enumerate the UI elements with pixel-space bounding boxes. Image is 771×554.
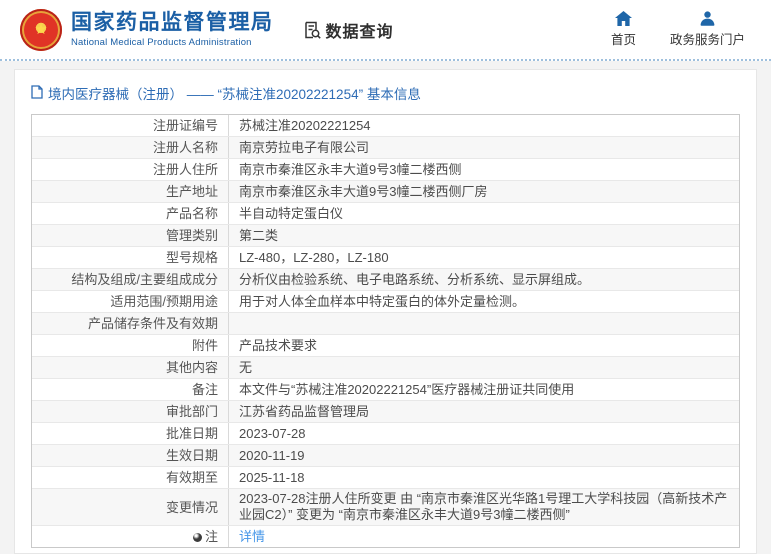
table-row: 生效日期 2020-11-19 (32, 444, 739, 466)
row-label: 变更情况 (32, 489, 229, 525)
table-row: 有效期至 2025-11-18 (32, 466, 739, 488)
data-query-tab[interactable]: 数据查询 (302, 18, 394, 42)
table-row: 产品储存条件及有效期 (32, 312, 739, 334)
nmpa-brand[interactable]: ★ 国家药品监督管理局 National Medical Products Ad… (20, 8, 274, 51)
detail-link[interactable]: 详情 (239, 529, 265, 544)
row-value: 南京劳拉电子有限公司 (239, 140, 370, 155)
row-label: 附件 (32, 335, 229, 356)
org-subtitle: National Medical Products Administration (71, 37, 252, 49)
site-header: ★ 国家药品监督管理局 National Medical Products Ad… (0, 0, 771, 61)
row-value: 2020-11-19 (239, 448, 305, 463)
nav-home[interactable]: 首页 (611, 11, 636, 48)
row-value: 江苏省药品监督管理局 (239, 404, 370, 419)
table-row: 审批部门 江苏省药品监督管理局 (32, 400, 739, 422)
row-value: 2025-11-18 (239, 470, 305, 485)
data-query-label: 数据查询 (325, 23, 394, 41)
row-label: 结构及组成/主要组成成分 (32, 269, 229, 290)
table-row: 管理类别 第二类 (32, 224, 739, 246)
row-value: 无 (239, 360, 253, 375)
breadcrumb: 境内医疗器械（注册） —— “苏械注准20202221254” 基本信息 (15, 70, 756, 114)
row-label: 其他内容 (32, 357, 229, 378)
row-value: 南京市秦淮区永丰大道9号3幢二楼西侧厂房 (239, 184, 488, 199)
table-row: 结构及组成/主要组成成分 分析仪由检验系统、电子电路系统、分析系统、显示屏组成。 (32, 268, 739, 290)
row-label: 产品名称 (32, 203, 229, 224)
row-label: 注册人住所 (32, 159, 229, 180)
row-value: 用于对人体全血样本中特定蛋白的体外定量检测。 (239, 294, 526, 309)
row-label: 注 (32, 526, 229, 547)
table-row: 生产地址 南京市秦淮区永丰大道9号3幢二楼西侧厂房 (32, 180, 739, 202)
row-label: 生效日期 (32, 445, 229, 466)
row-value: 第二类 (239, 228, 279, 243)
row-value: 2023-07-28注册人住所变更 由 “南京市秦淮区光华路1号理工大学科技园（… (239, 491, 728, 522)
header-nav: 首页 政务服务门户 (611, 11, 745, 48)
row-value: 详情 (229, 526, 739, 547)
row-value: 南京市秦淮区永丰大道9号3幢二楼西侧 (239, 162, 462, 177)
table-row: 变更情况 2023-07-28注册人住所变更 由 “南京市秦淮区光华路1号理工大学… (32, 488, 739, 525)
row-label: 管理类别 (32, 225, 229, 246)
user-icon (700, 11, 715, 29)
row-value: 分析仪由检验系统、电子电路系统、分析系统、显示屏组成。 (239, 272, 591, 287)
content-panel: 境内医疗器械（注册） —— “苏械注准20202221254” 基本信息 注册证… (14, 69, 757, 554)
row-label: 批准日期 (32, 423, 229, 444)
row-value: 半自动特定蛋白仪 (239, 206, 344, 221)
registration-info-table: 注册证编号 苏械注准20202221254 注册人名称 南京劳拉电子有限公司 注册人住所… (31, 114, 740, 548)
table-row: 注详情 (32, 525, 739, 547)
row-label: 注册人名称 (32, 137, 229, 158)
row-label: 适用范围/预期用途 (32, 291, 229, 312)
table-row: 其他内容无 (32, 356, 739, 378)
row-label: 备注 (32, 379, 229, 400)
row-label: 有效期至 (32, 467, 229, 488)
bulb-icon (192, 533, 202, 542)
nav-portal-label: 政务服务门户 (669, 33, 745, 47)
row-value: 苏械注准20202221254 (239, 118, 371, 133)
row-label: 审批部门 (32, 401, 229, 422)
home-icon (614, 11, 632, 29)
table-row: 备注 本文件与“苏械注准20202221254”医疗器械注册证共同使用 (32, 378, 739, 400)
row-value: 2023-07-28 (239, 426, 306, 441)
document-icon (31, 84, 48, 102)
row-value: 本文件与“苏械注准20202221254”医疗器械注册证共同使用 (239, 382, 575, 397)
row-label: 生产地址 (32, 181, 229, 202)
page-title: 境内医疗器械（注册） —— “苏械注准20202221254” 基本信息 (48, 87, 421, 102)
nav-home-label: 首页 (610, 33, 636, 47)
table-row: 型号规格 LZ-480，LZ-280，LZ-180 (32, 246, 739, 268)
nav-service-portal[interactable]: 政务服务门户 (670, 11, 745, 48)
table-row: 产品名称 半自动特定蛋白仪 (32, 202, 739, 224)
national-emblem-logo: ★ (20, 8, 62, 51)
document-search-icon (302, 20, 322, 40)
table-row: 注册人住所 南京市秦淮区永丰大道9号3幢二楼西侧 (32, 158, 739, 180)
table-row: 附件 产品技术要求 (32, 334, 739, 356)
org-title: 国家药品监督管理局 (71, 10, 274, 34)
row-value (229, 313, 739, 334)
table-row: 注册人名称 南京劳拉电子有限公司 (32, 136, 739, 158)
table-row: 适用范围/预期用途 用于对人体全血样本中特定蛋白的体外定量检测。 (32, 290, 739, 312)
row-value: LZ-480，LZ-280，LZ-180 (239, 250, 389, 265)
row-label: 注册证编号 (32, 115, 229, 136)
row-value: 产品技术要求 (239, 338, 318, 353)
table-row: 批准日期 2023-07-28 (32, 422, 739, 444)
table-row: 注册证编号 苏械注准20202221254 (32, 115, 739, 136)
row-label: 产品储存条件及有效期 (32, 313, 229, 334)
row-label: 型号规格 (32, 247, 229, 268)
